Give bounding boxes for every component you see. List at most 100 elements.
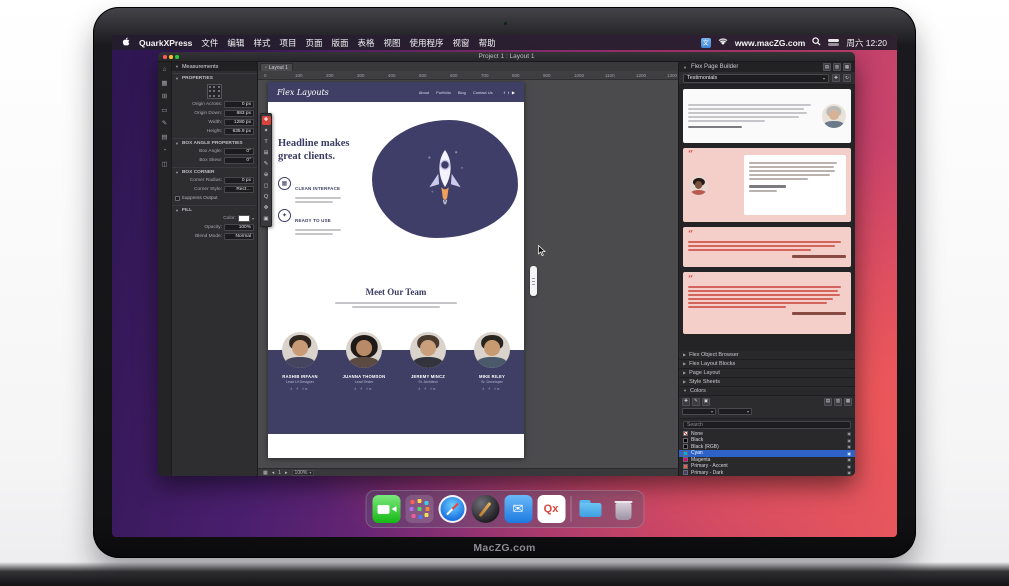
anchor-point-grid[interactable] [207,84,222,99]
move-tool-icon[interactable]: ✥ [262,205,271,213]
apple-menu-icon[interactable] [122,37,130,49]
testimonial-preview-1[interactable] [683,89,851,143]
origin-across-input[interactable]: 0 px [224,101,254,108]
section-flex-object-browser[interactable]: Flex Object Browser [679,351,855,360]
wifi-icon[interactable] [718,38,728,48]
menu-page[interactable]: 页面 [305,37,322,49]
menu-window[interactable]: 视窗 [453,37,470,49]
all-view-icon[interactable]: ▦ [844,398,852,406]
menu-style[interactable]: 样式 [253,37,270,49]
menu-layout[interactable]: 版面 [331,37,348,49]
color-row-primary-dark[interactable]: Primary - Dark▣ [679,470,855,477]
list-palette-icon[interactable]: ▤ [161,135,167,142]
shade-select[interactable]: ▾ [718,408,752,415]
block-type-row: Testimonials▾ ✚ ↻ [679,72,855,85]
width-input[interactable]: 1280 px [224,119,254,126]
window-title-bar[interactable]: Project 1 : Layout 1 [158,52,855,62]
shape-tool-icon[interactable]: ◻ [262,183,271,191]
trash-dock-icon[interactable] [609,495,637,523]
box-angle-input[interactable]: 0° [224,148,254,155]
layout-tab[interactable]: ▫Layout 1 [260,63,293,71]
blend-mode-select[interactable]: Normal [224,233,254,240]
section-colors[interactable]: Colors [679,387,855,396]
fill-color-swatch[interactable] [238,215,250,222]
box-skew-input[interactable]: 0° [224,157,254,164]
control-center-icon[interactable] [828,39,839,47]
block-type-select[interactable]: Testimonials▾ [683,74,829,83]
quarkxpress-dock-icon[interactable]: Qx [537,495,565,523]
add-item-tool-icon[interactable]: ✚ [262,116,271,125]
box-corner-section-header[interactable]: BOX CORNER [172,167,257,176]
prev-page-button[interactable]: ◂ [272,470,275,476]
colors-search-input[interactable]: Search [683,421,851,429]
clock-palette-icon[interactable]: ◔ [163,148,167,155]
item-tool-icon[interactable]: ✦ [262,128,271,136]
testimonial-preview-2[interactable]: “ [683,148,851,222]
add-color-button[interactable]: ✚ [682,398,690,406]
duplicate-color-button[interactable]: ▣ [702,398,710,406]
solid-view-icon[interactable]: ▤ [824,398,832,406]
link-tool-icon[interactable]: ⊕ [262,172,271,180]
input-source-icon[interactable]: 文 [701,38,711,48]
menu-app-name[interactable]: QuarkXPress [139,38,192,48]
properties-section-header[interactable]: PROPERTIES [172,73,257,82]
mail-dock-icon[interactable]: ✉ [504,495,532,523]
layout-page[interactable]: Flex Layouts About Portfolio Blog Contac… [268,82,524,458]
measurements-palette-header[interactable]: Measurements [172,62,257,71]
spotlight-search-icon[interactable] [812,37,821,48]
menu-utilities[interactable]: 使用程序 [410,37,444,49]
height-input[interactable]: 635.9 px [224,128,254,135]
fill-type-select[interactable]: ▾ [682,408,716,415]
thumb-view-icon[interactable]: ▦ [843,63,851,71]
fill-section-header[interactable]: FILL [172,205,257,214]
pasteboard-canvas[interactable]: ✚ ✦ T ⊞ ✎ ⊕ ◻ Q ✥ ▣ [258,80,678,468]
garageband-dock-icon[interactable] [471,495,499,523]
traffic-lights[interactable] [163,55,179,59]
facetime-dock-icon[interactable] [372,495,400,523]
text-tool-icon[interactable]: T [262,139,271,147]
pages-icon[interactable]: ▦ [263,470,268,476]
box-angle-section-header[interactable]: BOX ANGLE PROPERTIES [172,138,257,147]
corner-style-select[interactable]: Rect… [224,186,254,193]
launchpad-dock-icon[interactable] [405,495,433,523]
menu-project[interactable]: 项目 [279,37,296,49]
menu-bar-clock[interactable]: 周六 12:20 [846,37,887,49]
refresh-blocks-icon[interactable]: ↻ [843,74,851,82]
testimonial-preview-4[interactable]: “ [683,272,851,334]
menu-table[interactable]: 表格 [358,37,375,49]
pen-tool-icon[interactable]: ✎ [262,161,271,169]
grid-palette-icon[interactable]: ▦ [161,81,167,88]
menu-file[interactable]: 文件 [201,37,218,49]
suppress-output-checkbox[interactable]: Suppress Output [172,194,257,203]
menu-view[interactable]: 视图 [384,37,401,49]
edit-palette-icon[interactable]: ✎ [162,121,167,128]
section-style-sheets[interactable]: Style Sheets [679,378,855,387]
grid-view-icon[interactable]: ▤ [823,63,831,71]
testimonial-preview-3[interactable]: “ [683,227,851,267]
edit-color-button[interactable]: ✎ [692,398,700,406]
zoom-select[interactable]: 100%▾ [292,470,315,476]
gradient-view-icon[interactable]: ▥ [834,398,842,406]
menu-help[interactable]: 帮助 [479,37,496,49]
insert-block-icon[interactable]: ✚ [832,74,840,82]
horizontal-ruler[interactable]: 0100200300400500600700800900100011001200… [258,71,678,80]
measurements-palette-icon[interactable]: ⊞ [162,94,167,101]
menu-edit[interactable]: 编辑 [227,37,244,49]
builder-header[interactable]: Flex Page Builder ▤▥▦ [679,62,855,72]
home-palette-icon[interactable]: ⌂ [163,67,167,74]
origin-down-input[interactable]: 683 px [224,110,254,117]
zoom-tool-icon[interactable]: Q [262,194,271,202]
list-view-icon[interactable]: ▥ [833,63,841,71]
next-page-button[interactable]: ▸ [285,470,288,476]
downloads-folder-dock-icon[interactable] [576,495,604,523]
opacity-input[interactable]: 100% [224,224,254,231]
section-page-layout[interactable]: Page Layout [679,369,855,378]
table-tool-icon[interactable]: ▣ [262,216,271,224]
section-flex-layout-blocks[interactable]: Flex Layout Blocks [679,360,855,369]
box-palette-icon[interactable]: ▭ [161,108,167,115]
pages-palette-icon[interactable]: ◫ [161,162,167,169]
corner-radius-input[interactable]: 0 px [224,177,254,184]
splitter-handle[interactable] [530,266,537,296]
safari-dock-icon[interactable] [438,495,466,523]
box-tool-icon[interactable]: ⊞ [262,150,271,158]
